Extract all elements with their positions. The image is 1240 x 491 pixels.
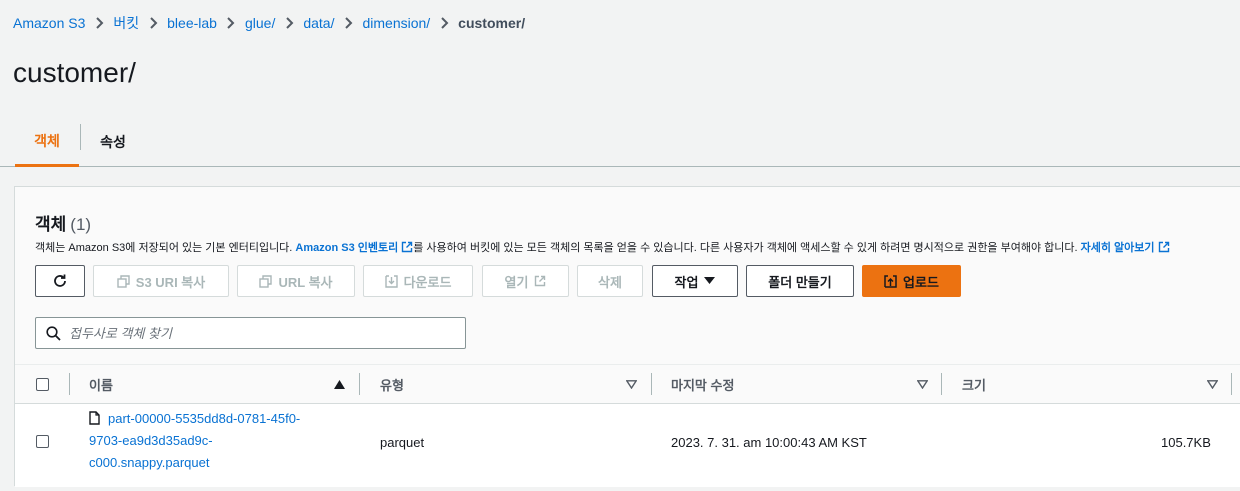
search-icon bbox=[46, 325, 61, 341]
chevron-right-icon bbox=[85, 16, 113, 30]
create-folder-label: 폴더 만들기 bbox=[768, 274, 832, 290]
object-count: (1) bbox=[70, 215, 92, 234]
breadcrumb-item-buckets[interactable]: 버킷 bbox=[113, 13, 139, 33]
tab-divider bbox=[80, 124, 81, 150]
refresh-button[interactable] bbox=[35, 265, 85, 297]
column-separator bbox=[1231, 373, 1232, 395]
breadcrumb-item-dimension[interactable]: dimension/ bbox=[362, 15, 430, 31]
sort-icon[interactable] bbox=[917, 380, 928, 389]
panel-description: 객체는 Amazon S3에 저장되어 있는 기본 엔터티입니다. Amazon… bbox=[35, 239, 1170, 255]
object-last-modified: 2023. 7. 31. am 10:00:43 AM KST bbox=[671, 435, 867, 450]
column-header-type[interactable]: 유형 bbox=[380, 365, 404, 404]
upload-button[interactable]: 업로드 bbox=[862, 265, 961, 297]
objects-panel: 객체 (1) 객체는 Amazon S3에 저장되어 있는 기본 엔터티입니다. … bbox=[14, 186, 1240, 487]
download-icon bbox=[384, 274, 398, 288]
object-type: parquet bbox=[380, 435, 425, 450]
copy-url-button[interactable]: URL 복사 bbox=[237, 265, 355, 297]
learn-more-label: 자세히 알아보기 bbox=[1080, 242, 1155, 254]
chevron-right-icon bbox=[217, 16, 245, 30]
column-separator bbox=[941, 373, 942, 395]
chevron-right-icon bbox=[334, 16, 362, 30]
external-link-icon bbox=[1158, 241, 1169, 253]
description-text-2: 를 사용하여 버킷에 있는 모든 객체의 목록을 얻을 수 있습니다. 다른 사… bbox=[413, 242, 1081, 254]
delete-button[interactable]: 삭제 bbox=[577, 265, 643, 297]
chevron-right-icon bbox=[139, 16, 167, 30]
search-input[interactable] bbox=[69, 325, 449, 341]
breadcrumb: Amazon S3 버킷 blee-lab glue/ data/ dimens… bbox=[13, 14, 525, 32]
table-header: 이름 유형 마지막 수정 크기 bbox=[15, 365, 1240, 404]
external-link-icon bbox=[535, 275, 546, 287]
breadcrumb-item-data[interactable]: data/ bbox=[303, 15, 334, 31]
open-button[interactable]: 열기 bbox=[482, 265, 569, 297]
sort-ascending-icon[interactable] bbox=[334, 380, 345, 389]
breadcrumb-current: customer/ bbox=[458, 15, 526, 31]
column-separator bbox=[651, 373, 652, 395]
breadcrumb-item-bucket[interactable]: blee-lab bbox=[167, 15, 217, 31]
upload-icon bbox=[884, 274, 897, 288]
column-separator bbox=[359, 373, 360, 395]
description-text-1: 객체는 Amazon S3에 저장되어 있는 기본 엔터티입니다. bbox=[35, 242, 296, 254]
learn-more-link[interactable]: 자세히 알아보기 bbox=[1081, 239, 1170, 255]
column-header-name[interactable]: 이름 bbox=[89, 365, 113, 404]
tab-objects[interactable]: 객체 bbox=[15, 118, 79, 167]
inventory-link[interactable]: Amazon S3 인벤토리 bbox=[295, 239, 413, 255]
page-title: customer/ bbox=[13, 57, 136, 88]
upload-label: 업로드 bbox=[903, 274, 939, 290]
create-folder-button[interactable]: 폴더 만들기 bbox=[746, 265, 854, 297]
panel-header: 객체 (1) 객체는 Amazon S3에 저장되어 있는 기본 엔터티입니다. … bbox=[15, 187, 1240, 365]
column-separator bbox=[69, 373, 70, 395]
open-label: 열기 bbox=[504, 274, 529, 290]
chevron-right-icon bbox=[275, 16, 303, 30]
row-checkbox[interactable] bbox=[36, 435, 49, 448]
download-button[interactable]: 다운로드 bbox=[363, 265, 473, 297]
inventory-link-label: Amazon S3 인벤토리 bbox=[295, 242, 399, 254]
actions-dropdown[interactable]: 작업 bbox=[652, 265, 738, 297]
caret-down-icon bbox=[704, 277, 716, 284]
sort-icon[interactable] bbox=[626, 380, 637, 389]
sort-icon[interactable] bbox=[1207, 380, 1218, 389]
panel-title: 객체 (1) bbox=[35, 210, 91, 235]
copy-s3-uri-button[interactable]: S3 URI 복사 bbox=[93, 265, 229, 297]
object-size: 105.7KB bbox=[1161, 435, 1211, 450]
copy-icon bbox=[259, 274, 273, 288]
object-name-line-3: c000.snappy.parquet bbox=[89, 455, 210, 470]
file-icon bbox=[89, 411, 100, 425]
tab-bar: 객체 속성 bbox=[0, 118, 1240, 167]
refresh-icon bbox=[54, 274, 66, 287]
tab-properties[interactable]: 속성 bbox=[82, 118, 144, 166]
select-all-checkbox[interactable] bbox=[36, 378, 49, 391]
external-link-icon bbox=[402, 241, 413, 253]
copy-icon bbox=[117, 274, 130, 288]
object-name-line-2: 9703-ea9d3d35ad9c- bbox=[89, 433, 213, 448]
delete-label: 삭제 bbox=[598, 274, 622, 290]
search-box bbox=[35, 317, 466, 349]
download-label: 다운로드 bbox=[403, 274, 452, 290]
object-name-link[interactable]: part-00000-5535dd8d-0781-45f0- 9703-ea9d… bbox=[89, 408, 349, 474]
breadcrumb-item-amazon-s3[interactable]: Amazon S3 bbox=[13, 15, 85, 31]
chevron-right-icon bbox=[430, 16, 458, 30]
breadcrumb-item-glue[interactable]: glue/ bbox=[245, 15, 275, 31]
table-row: part-00000-5535dd8d-0781-45f0- 9703-ea9d… bbox=[15, 405, 1240, 487]
actions-label: 작업 bbox=[674, 274, 699, 290]
column-header-last-modified[interactable]: 마지막 수정 bbox=[671, 365, 734, 404]
copy-s3-uri-label: S3 URI 복사 bbox=[135, 274, 206, 290]
column-header-size[interactable]: 크기 bbox=[962, 365, 986, 404]
panel-title-text: 객체 bbox=[35, 215, 67, 234]
object-name-line-1: part-00000-5535dd8d-0781-45f0- bbox=[108, 411, 301, 426]
copy-url-label: URL 복사 bbox=[278, 274, 333, 290]
